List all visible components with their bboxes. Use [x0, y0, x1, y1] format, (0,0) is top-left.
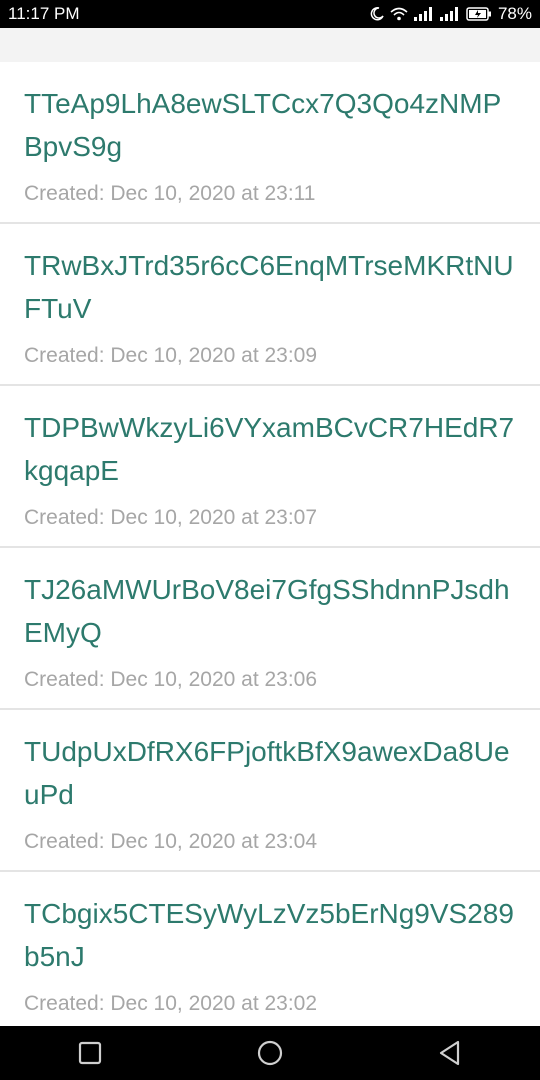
- created-date: Created: Dec 10, 2020 at 23:06: [24, 668, 318, 691]
- signal-icon: [439, 7, 460, 21]
- signal-icon: [413, 7, 434, 21]
- navigation-bar: [0, 1026, 540, 1080]
- address-text: TRwBxJTrd35r6cC6EnqMTrseMKRtNUFTuV: [24, 250, 514, 324]
- recents-square-icon[interactable]: [60, 1026, 120, 1080]
- created-date: Created: Dec 10, 2020 at 23:02: [24, 992, 318, 1015]
- list-item[interactable]: TJ26aMWUrBoV8ei7GfgSShdnnPJsdhEMyQ Creat…: [0, 548, 540, 710]
- list-item[interactable]: TUdpUxDfRX6FPjoftkBfX9awexDa8UeuPd Creat…: [0, 710, 540, 872]
- list-item[interactable]: TCbgix5CTESyWyLzVz5bErNg9VS289b5nJ Creat…: [0, 872, 540, 1034]
- address-text: TUdpUxDfRX6FPjoftkBfX9awexDa8UeuPd: [24, 736, 510, 810]
- address-text: TJ26aMWUrBoV8ei7GfgSShdnnPJsdhEMyQ: [24, 574, 510, 648]
- battery-percent: 78%: [497, 4, 532, 23]
- list-item[interactable]: TDPBwWkzyLi6VYxamBCvCR7HEdR7kgqapE Creat…: [0, 386, 540, 548]
- address-text: TTeAp9LhA8ewSLTCcx7Q3Qo4zNMPBpvS9g: [24, 88, 502, 162]
- wifi-icon: [390, 7, 408, 21]
- status-time: 11:17 PM: [8, 4, 80, 23]
- status-icons: 78%: [370, 4, 532, 24]
- back-triangle-icon[interactable]: [420, 1026, 480, 1080]
- created-date: Created: Dec 10, 2020 at 23:07: [24, 506, 318, 529]
- header-strip: [0, 28, 540, 63]
- home-circle-icon[interactable]: [240, 1026, 300, 1080]
- status-bar: 11:17 PM 78%: [0, 0, 540, 28]
- created-date: Created: Dec 10, 2020 at 23:11: [24, 182, 316, 205]
- address-text: TDPBwWkzyLi6VYxamBCvCR7HEdR7kgqapE: [24, 412, 515, 486]
- battery-charging-icon: [466, 7, 492, 21]
- address-text: TCbgix5CTESyWyLzVz5bErNg9VS289b5nJ: [24, 898, 514, 972]
- screen: 11:17 PM 78% TTeAp9LhA8ewSLTCcx7Q3Qo4zNM…: [0, 0, 540, 1080]
- created-date: Created: Dec 10, 2020 at 23:04: [24, 830, 318, 853]
- created-date: Created: Dec 10, 2020 at 23:09: [24, 344, 318, 367]
- list-item[interactable]: TRwBxJTrd35r6cC6EnqMTrseMKRtNUFTuV Creat…: [0, 224, 540, 386]
- list-item[interactable]: TTeAp9LhA8ewSLTCcx7Q3Qo4zNMPBpvS9g Creat…: [0, 62, 540, 224]
- address-list: TTeAp9LhA8ewSLTCcx7Q3Qo4zNMPBpvS9g Creat…: [0, 62, 540, 1034]
- moon-icon: [370, 7, 384, 21]
